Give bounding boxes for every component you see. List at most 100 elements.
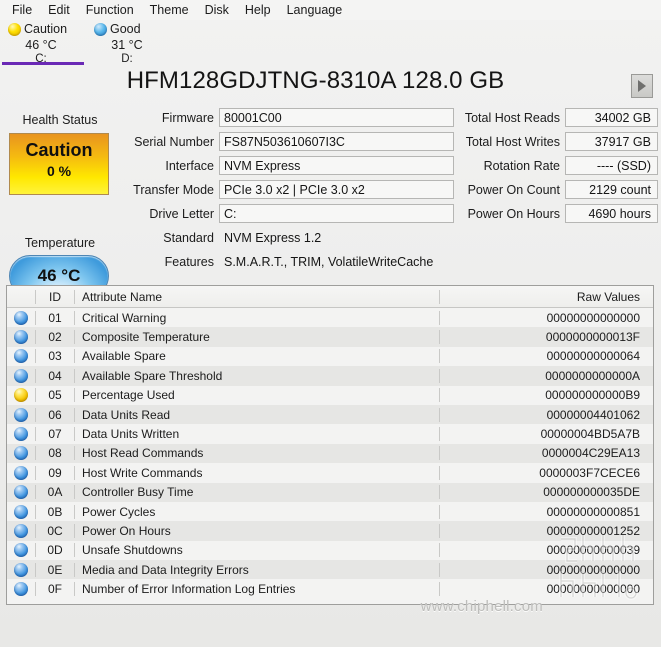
field-power-on-hours-value: 4690 hours — [565, 204, 658, 223]
disk-tab-c[interactable]: Caution 46 °C C: — [2, 20, 88, 65]
column-header-id: ID — [35, 289, 74, 304]
table-row[interactable]: 0A Controller Busy Time 000000000035DE — [7, 482, 653, 502]
good-dot-icon — [14, 407, 28, 422]
row-id-cell: 0A — [35, 485, 74, 500]
row-id-cell: 0E — [35, 562, 74, 577]
field-total-host-writes-value: 37917 GB — [565, 132, 658, 151]
health-status-label: Health Status — [22, 113, 98, 127]
disk-tab-bar: Caution 46 °C C: Good 31 °C D: — [0, 20, 661, 67]
disk-tab-d[interactable]: Good 31 °C D: — [88, 20, 174, 65]
app-window: File Edit Function Theme Disk Help Langu… — [0, 0, 661, 647]
table-row[interactable]: 07 Data Units Written 00000004BD5A7B — [7, 424, 653, 444]
field-transfer-mode-label: Transfer Mode — [133, 182, 214, 197]
row-id-cell: 02 — [35, 330, 74, 345]
disk-tab-d-temperature: 31 °C — [111, 38, 143, 52]
field-interface-value: NVM Express — [219, 156, 454, 175]
field-total-host-reads: Total Host Reads 34002 GB — [462, 107, 658, 128]
menu-item-language[interactable]: Language — [279, 1, 351, 19]
field-drive-letter-value: C: — [219, 204, 454, 223]
menu-item-disk[interactable]: Disk — [197, 1, 237, 19]
row-raw-value-cell: 00000000001252 — [439, 523, 653, 538]
field-serial-number-label: Serial Number — [134, 134, 214, 149]
row-status-cell — [7, 543, 35, 558]
row-status-cell — [7, 310, 35, 325]
table-header-row: ID Attribute Name Raw Values — [7, 286, 653, 308]
smart-attribute-table[interactable]: ID Attribute Name Raw Values 01 Critical … — [6, 285, 654, 605]
field-firmware-value: 80001C00 — [219, 108, 454, 127]
field-rotation-rate: Rotation Rate ---- (SSD) — [462, 155, 658, 176]
field-features-value: S.M.A.R.T., TRIM, VolatileWriteCache — [224, 255, 434, 269]
table-row[interactable]: 08 Host Read Commands 0000004C29EA13 — [7, 443, 653, 464]
next-drive-button[interactable] — [631, 74, 653, 98]
table-row[interactable]: 01 Critical Warning 00000000000000 — [7, 308, 653, 328]
field-total-host-reads-value: 34002 GB — [565, 108, 658, 127]
row-id-cell: 08 — [35, 446, 74, 461]
row-attribute-name-cell: Critical Warning — [74, 310, 439, 325]
menu-item-function[interactable]: Function — [78, 1, 142, 19]
field-standard-value: NVM Express 1.2 — [224, 231, 322, 245]
good-dot-icon — [14, 446, 28, 461]
row-attribute-name-cell: Media and Data Integrity Errors — [74, 562, 439, 577]
menu-item-theme[interactable]: Theme — [142, 1, 197, 19]
temperature-value: 46 °C — [37, 266, 81, 285]
row-attribute-name-cell: Available Spare — [74, 349, 439, 364]
field-drive-letter: Drive Letter C: — [124, 203, 454, 224]
menu-item-edit[interactable]: Edit — [40, 1, 78, 19]
health-status-percent: 0 % — [46, 163, 72, 179]
row-status-cell — [7, 465, 35, 480]
page-title: HFM128GDJTNG-8310A 128.0 GB — [126, 67, 505, 94]
field-power-on-count-label: Power On Count — [467, 182, 560, 197]
table-row[interactable]: 05 Percentage Used 000000000000B9 — [7, 385, 653, 405]
field-total-host-reads-label: Total Host Reads — [464, 110, 560, 125]
menu-item-help[interactable]: Help — [237, 1, 279, 19]
title-row: HFM128GDJTNG-8310A 128.0 GB — [0, 67, 661, 103]
good-dot-icon — [14, 330, 28, 345]
table-row[interactable]: 09 Host Write Commands 0000003F7CECE6 — [7, 463, 653, 483]
health-status-badge[interactable]: Caution 0 % — [9, 133, 109, 195]
good-dot-icon — [14, 310, 28, 325]
row-status-cell — [7, 523, 35, 538]
table-row[interactable]: 02 Composite Temperature 0000000000013F — [7, 327, 653, 347]
row-raw-value-cell: 00000000000851 — [439, 504, 653, 519]
good-dot-icon — [14, 427, 28, 442]
row-attribute-name-cell: Data Units Written — [74, 427, 439, 442]
field-features-label: Features — [164, 254, 214, 269]
row-raw-value-cell: 00000004401062 — [439, 407, 653, 422]
table-row[interactable]: 0D Unsafe Shutdowns 00000000000039 — [7, 540, 653, 561]
field-power-on-hours: Power On Hours 4690 hours — [462, 203, 658, 224]
disk-tab-d-letter: D: — [121, 53, 133, 65]
field-rotation-rate-label: Rotation Rate — [483, 158, 560, 173]
row-status-cell — [7, 446, 35, 461]
row-id-cell: 07 — [35, 427, 74, 442]
row-raw-value-cell: 0000004C29EA13 — [439, 446, 653, 461]
row-raw-value-cell: 00000004BD5A7B — [439, 427, 653, 442]
good-dot-icon — [14, 504, 28, 519]
table-body: 01 Critical Warning 00000000000000 02 Compos… — [7, 308, 653, 599]
good-dot-icon — [94, 23, 107, 36]
table-row[interactable]: 0B Power Cycles 00000000000851 — [7, 501, 653, 522]
good-dot-icon — [14, 543, 28, 558]
table-row[interactable]: 0E Media and Data Integrity Errors 0000000… — [7, 560, 653, 580]
row-attribute-name-cell: Power Cycles — [74, 504, 439, 519]
field-serial-number: Serial Number FS87N503610607I3C — [124, 131, 454, 152]
row-raw-value-cell: 0000003F7CECE6 — [439, 465, 653, 480]
row-attribute-name-cell: Host Write Commands — [74, 465, 439, 480]
menu-item-file[interactable]: File — [4, 1, 40, 19]
table-row[interactable]: 0C Power On Hours 00000000001252 — [7, 521, 653, 541]
field-drive-letter-label: Drive Letter — [149, 206, 214, 221]
caution-dot-icon — [14, 388, 28, 403]
row-attribute-name-cell: Available Spare Threshold — [74, 368, 439, 383]
caution-dot-icon — [8, 23, 21, 36]
table-row[interactable]: 06 Data Units Read 00000004401062 — [7, 404, 653, 425]
field-interface-label: Interface — [165, 158, 214, 173]
row-id-cell: 06 — [35, 407, 74, 422]
table-row[interactable]: 0F Number of Error Information Log Entrie… — [7, 579, 653, 599]
field-rotation-rate-value: ---- (SSD) — [565, 156, 658, 175]
health-status-state: Caution — [25, 140, 93, 160]
table-row[interactable]: 04 Available Spare Threshold 0000000000000… — [7, 366, 653, 386]
table-row[interactable]: 03 Available Spare 00000000000064 — [7, 346, 653, 367]
row-status-cell — [7, 485, 35, 500]
right-field-list: Total Host Reads 34002 GB Total Host Wri… — [462, 107, 658, 227]
row-id-cell: 0B — [35, 504, 74, 519]
good-dot-icon — [14, 368, 28, 383]
